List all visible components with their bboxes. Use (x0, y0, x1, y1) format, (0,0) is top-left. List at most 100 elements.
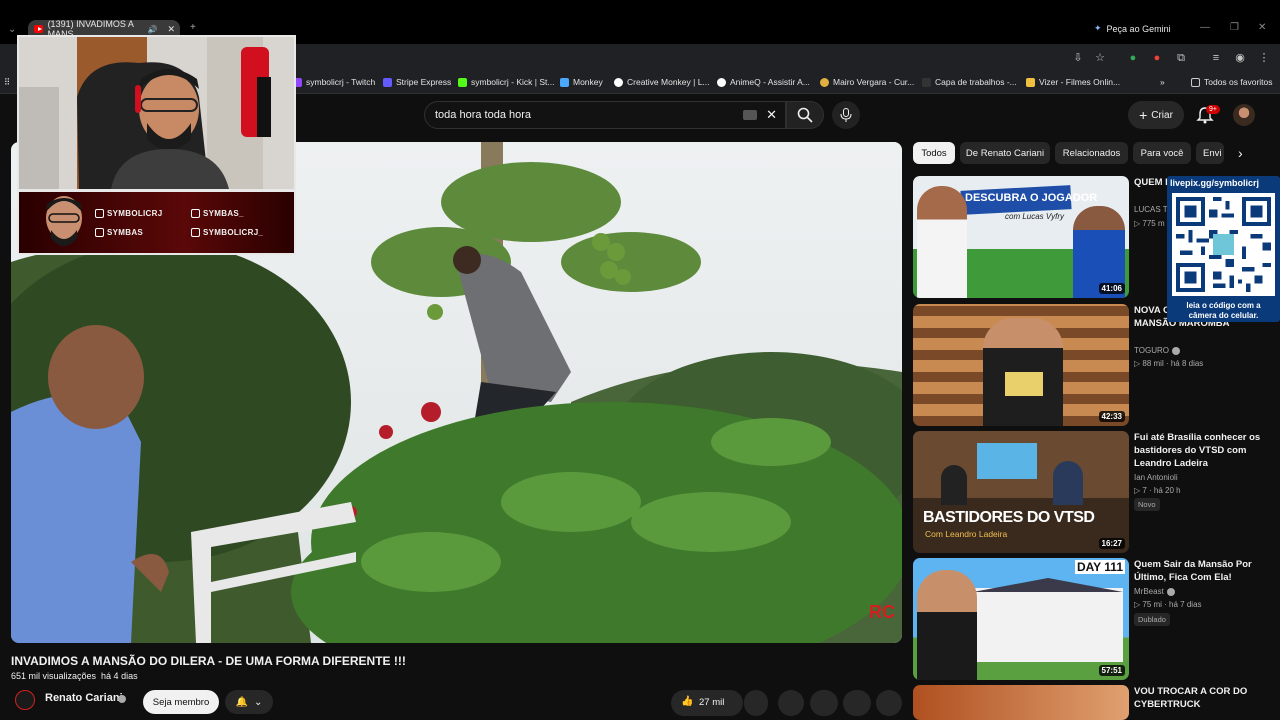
chip-from-channel[interactable]: De Renato Cariani (960, 142, 1050, 164)
voice-search-button[interactable] (832, 101, 860, 129)
recommendation-title[interactable]: VOU TROCAR A COR DO CYBERTRUCK (1134, 685, 1264, 711)
extension-red-icon[interactable]: ● (1151, 52, 1163, 64)
like-button[interactable]: 👍 27 mil (671, 690, 743, 716)
gemini-label: Peça ao Gemini (1106, 23, 1171, 34)
microphone-icon (840, 108, 852, 122)
channel-avatar[interactable] (15, 690, 35, 710)
plus-icon: + (1139, 107, 1148, 123)
new-badge: Novo (1134, 498, 1160, 511)
video-thumbnail[interactable] (913, 685, 1129, 720)
recommendation-stats: ▷ 88 mil · há 8 dias (1134, 359, 1204, 368)
bookmark-item[interactable]: symbolicrj - Kick | St... (458, 77, 554, 87)
channel-row: Renato Cariani Seja membro 🔔 ⌄ (11, 688, 902, 718)
recommendation-item[interactable]: VOU TROCAR A COR DO CYBERTRUCK (913, 685, 1268, 720)
recommendation-channel[interactable]: MrBeast (1134, 587, 1175, 596)
subscribe-bell-button[interactable]: 🔔 ⌄ (225, 690, 273, 714)
bookmark-item[interactable]: AnimeQ - Assistir A... (717, 77, 810, 87)
thumbnail-text: DAY 111 (1074, 560, 1125, 574)
thumbnail-text: DESCUBRA O JOGADOR (965, 192, 1098, 204)
share-button[interactable] (778, 690, 804, 716)
video-thumbnail[interactable]: 42:33 (913, 304, 1129, 426)
video-thumbnail[interactable]: DAY 111 57:51 (913, 558, 1129, 680)
bookmark-item[interactable]: Mairo Vergara - Cur... (820, 77, 914, 87)
bookmark-item[interactable]: Capa de trabalhos -... (922, 77, 1017, 87)
install-icon[interactable]: ⇩ (1072, 52, 1084, 64)
channel-name[interactable]: Renato Cariani (45, 692, 123, 704)
video-duration: 57:51 (1098, 665, 1125, 676)
chevron-down-icon: ⌄ (254, 696, 263, 708)
channel-label: TOGURO (1134, 346, 1169, 355)
recommendation-title[interactable]: Fui até Brasília conhecer os bastidores … (1134, 431, 1264, 470)
bookmark-item[interactable]: symbolicrj - Twitch (293, 77, 375, 87)
tab-audio-icon[interactable]: 🔊 (147, 25, 157, 34)
youtube-favicon-icon (34, 25, 43, 33)
maximize-icon[interactable]: ❐ (1230, 22, 1239, 33)
youtube-handle: SYMBAS (95, 228, 143, 237)
join-label: Seja membro (152, 696, 210, 708)
recommendation-channel[interactable]: Ian Antonioli (1134, 473, 1178, 482)
dislike-button[interactable] (744, 690, 768, 716)
recommendation-item[interactable]: DAY 111 57:51 Quem Sair da Mansão Por Úl… (913, 558, 1268, 680)
extensions-puzzle-icon[interactable]: ⧉ (1175, 52, 1187, 64)
keyboard-icon[interactable] (743, 110, 757, 120)
extension-green-icon[interactable]: ● (1127, 52, 1139, 64)
recommendation-item[interactable]: BASTIDORES DO VTSD Com Leandro Ladeira 1… (913, 431, 1268, 553)
verified-icon (118, 695, 126, 703)
more-actions-button[interactable] (876, 690, 902, 716)
more-bookmarks-icon[interactable]: » (1160, 77, 1165, 87)
minimize-icon[interactable]: — (1200, 22, 1210, 33)
twitch-icon (95, 209, 104, 218)
recommendation-stats: ▷ 7 · há 20 h (1134, 486, 1181, 495)
instagram-icon (191, 228, 200, 237)
chips-next-chevron-icon[interactable]: › (1238, 145, 1243, 161)
thumbnail-subtext: com Lucas Vyfry (1005, 212, 1064, 221)
bookmark-item[interactable]: Stripe Express (383, 77, 451, 87)
save-button[interactable] (843, 690, 871, 716)
search-input[interactable]: toda hora toda hora ✕ (424, 101, 786, 129)
gemini-button[interactable]: ✦ Peça ao Gemini (1094, 23, 1171, 34)
all-favorites-folder[interactable]: Todos os favoritos (1191, 77, 1273, 87)
profile-icon[interactable]: ◉ (1234, 52, 1246, 64)
youtube-icon (95, 228, 104, 237)
new-tab-icon[interactable]: + (190, 22, 196, 33)
join-button[interactable]: Seja membro (143, 690, 219, 714)
video-duration: 16:27 (1098, 538, 1125, 549)
apps-grid-icon[interactable]: ⠿ (4, 77, 10, 88)
window-close-icon[interactable]: ✕ (1258, 22, 1266, 33)
recommendation-title[interactable]: Quem Sair da Mansão Por Último, Fica Com… (1134, 558, 1264, 584)
video-thumbnail[interactable]: BASTIDORES DO VTSD Com Leandro Ladeira 1… (913, 431, 1129, 553)
menu-kebab-icon[interactable]: ⋮ (1258, 52, 1270, 64)
tiktok-handle: SYMBAS_ (191, 209, 244, 218)
thumbnail-subtext: Com Leandro Ladeira (925, 529, 1008, 539)
search-icon (797, 107, 813, 123)
tab-close-icon[interactable]: ✕ (167, 24, 175, 35)
chip-uploads[interactable]: Envi (1196, 142, 1224, 164)
chip-related[interactable]: Relacionados (1055, 142, 1128, 164)
tab-list-icon[interactable]: ⌄ (8, 24, 16, 35)
webcam-image (19, 37, 294, 189)
page-scrollbar[interactable] (1272, 96, 1278, 716)
bookmark-item[interactable]: Creative Monkey | L... (614, 77, 710, 87)
gemini-icon: ✦ (1094, 23, 1102, 33)
streamer-socials-overlay: SYMBOLICRJ SYMBAS_ SYMBAS SYMBOLICRJ_ (17, 190, 296, 255)
qr-instruction: leia o código com a câmera do celular. (1186, 301, 1261, 320)
bookmark-item[interactable]: Vizer - Filmes Onlin... (1026, 77, 1120, 87)
qr-url: livepix.gg/symbolicrj (1170, 178, 1260, 188)
recommendation-channel[interactable]: TOGURO (1134, 346, 1180, 355)
video-thumbnail[interactable]: DESCUBRA O JOGADOR com Lucas Vyfry 41:06 (913, 176, 1129, 298)
search-button[interactable] (786, 101, 824, 129)
recommendation-item[interactable]: 42:33 NOVA C... DE OVO DA MANSÃO MAROMBA… (913, 304, 1268, 426)
bookmark-item[interactable]: Monkey (560, 77, 603, 87)
clear-search-icon[interactable]: ✕ (766, 107, 777, 123)
verified-icon (1166, 587, 1175, 596)
chip-for-you[interactable]: Para você (1133, 142, 1191, 164)
bookmark-star-icon[interactable]: ☆ (1094, 52, 1106, 64)
create-button[interactable]: + Criar (1128, 101, 1184, 129)
chip-all[interactable]: Todos (913, 142, 955, 164)
reading-list-icon[interactable]: ≡ (1210, 52, 1222, 64)
remix-button[interactable] (810, 690, 838, 716)
account-avatar[interactable] (1233, 104, 1255, 126)
streamer-avatar-illustration (46, 196, 82, 246)
thumbnail-text: BASTIDORES DO VTSD (923, 509, 1095, 526)
video-duration: 42:33 (1098, 411, 1125, 422)
